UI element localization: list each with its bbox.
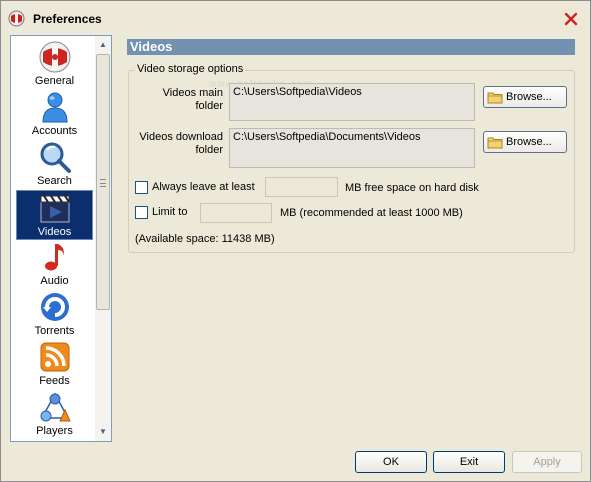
sidebar-item-label: Accounts: [31, 125, 78, 137]
scroll-up-arrow-icon[interactable]: ▲: [95, 37, 111, 53]
videos-main-folder-path[interactable]: C:\Users\Softpedia\Videos: [229, 83, 475, 121]
browse-videos-main-button[interactable]: Browse...: [483, 86, 567, 108]
limit-to-input[interactable]: [200, 203, 272, 223]
category-sidebar[interactable]: General Accounts Search Videos Audio Tor…: [10, 35, 112, 442]
app-icon: [8, 10, 25, 27]
videos-download-folder-label: Videos download folder: [139, 131, 223, 156]
close-icon[interactable]: [563, 11, 579, 27]
sidebar-item-search[interactable]: Search: [16, 140, 93, 190]
apply-button[interactable]: Apply: [512, 451, 582, 473]
preferences-window: Preferences General Accounts Search Vide…: [0, 0, 591, 482]
sidebar-item-label: Torrents: [34, 325, 75, 337]
folder-icon: [487, 137, 503, 149]
always-leave-suffix: MB free space on hard disk: [345, 182, 479, 194]
players-icon: [40, 392, 71, 422]
group-title: Video storage options: [135, 63, 246, 75]
always-leave-checkbox[interactable]: [135, 181, 148, 194]
browse-videos-download-button[interactable]: Browse...: [483, 131, 567, 153]
sidebar-item-videos[interactable]: Videos: [16, 190, 93, 240]
sidebar-item-general[interactable]: General: [16, 40, 93, 90]
always-leave-input[interactable]: [265, 177, 338, 197]
always-leave-label[interactable]: Always leave at least: [152, 181, 255, 193]
folder-icon: [487, 92, 503, 104]
scroll-down-arrow-icon[interactable]: ▼: [95, 424, 111, 440]
sidebar-item-label: Audio: [40, 275, 69, 287]
available-space-text: (Available space: 11438 MB): [135, 233, 275, 245]
general-icon: [39, 41, 70, 73]
sidebar-item-label: Search: [37, 175, 72, 187]
sidebar-item-label: Players: [36, 425, 73, 437]
limit-to-label[interactable]: Limit to: [152, 206, 187, 218]
sidebar-item-audio[interactable]: Audio: [16, 240, 93, 290]
search-icon: [40, 142, 71, 173]
sidebar-item-torrents[interactable]: Torrents: [16, 290, 93, 340]
title-bar: Preferences: [1, 1, 590, 35]
videos-download-folder-path[interactable]: C:\Users\Softpedia\Documents\Videos: [229, 128, 475, 168]
sidebar-item-players[interactable]: Players: [16, 390, 93, 440]
videos-main-folder-label: Videos main folder: [162, 87, 223, 112]
browse-label: Browse...: [506, 91, 552, 103]
sidebar-item-label: Feeds: [39, 375, 70, 387]
audio-icon: [44, 244, 64, 271]
sidebar-scrollbar[interactable]: ▲ ▼: [95, 36, 111, 441]
exit-button[interactable]: Exit: [433, 451, 505, 473]
sidebar-item-label: Videos: [37, 226, 72, 238]
accounts-icon: [41, 92, 68, 123]
limit-to-suffix: MB (recommended at least 1000 MB): [280, 207, 463, 219]
browse-label: Browse...: [506, 136, 552, 148]
videos-icon: [40, 195, 70, 223]
window-title: Preferences: [33, 12, 102, 26]
sidebar-item-accounts[interactable]: Accounts: [16, 90, 93, 140]
grip-icon: [100, 179, 106, 187]
sidebar-item-label: General: [34, 75, 75, 87]
sidebar-item-feeds[interactable]: Feeds: [16, 340, 93, 390]
scroll-thumb[interactable]: [96, 54, 110, 310]
torrents-icon: [40, 293, 69, 321]
ok-button[interactable]: OK: [355, 451, 427, 473]
feeds-icon: [40, 342, 69, 372]
limit-to-checkbox[interactable]: [135, 206, 148, 219]
section-title: Videos: [127, 39, 575, 55]
